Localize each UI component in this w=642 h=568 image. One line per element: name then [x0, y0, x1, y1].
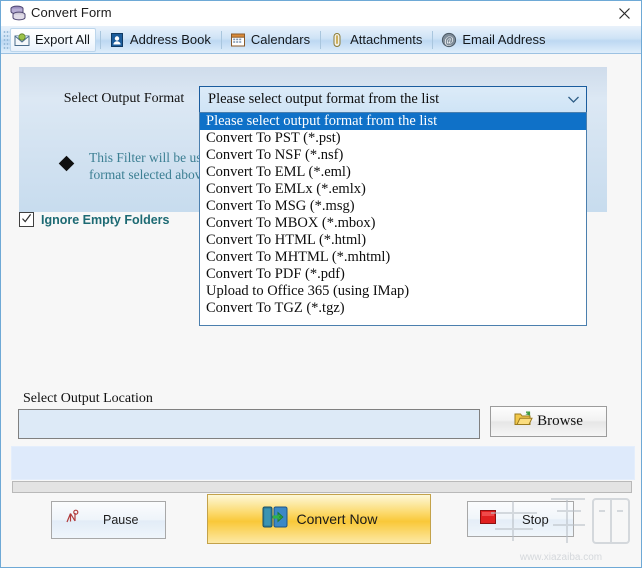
dropdown-option[interactable]: Convert To HTML (*.html)	[200, 232, 586, 249]
calendar-icon	[230, 32, 246, 48]
checkbox-box[interactable]	[19, 212, 34, 227]
toolbar-separator	[432, 30, 434, 49]
progress-bar	[12, 481, 632, 493]
pause-pin-icon	[64, 509, 81, 531]
conversion-log-list[interactable]	[11, 446, 635, 480]
dropdown-option[interactable]: Convert To PDF (*.pdf)	[200, 266, 586, 283]
browse-label: Browse	[537, 413, 583, 429]
toolbar-item-email-address[interactable]: @ Email Address	[437, 28, 551, 52]
dropdown-option[interactable]: Please select output format from the lis…	[200, 113, 586, 130]
output-format-dropdown-list[interactable]: Please select output format from the lis…	[199, 112, 587, 326]
output-location-label: Select Output Location	[23, 391, 153, 406]
export-arrow-icon	[261, 504, 289, 535]
toolbar-label: Email Address	[462, 32, 546, 47]
ignore-empty-folders-label: Ignore Empty Folders	[41, 212, 170, 227]
at-sign-icon: @	[441, 32, 457, 48]
dropdown-option[interactable]: Convert To NSF (*.nsf)	[200, 147, 586, 164]
stop-button[interactable]: Stop	[467, 501, 574, 537]
combobox-selected-value: Please select output format from the lis…	[208, 91, 440, 107]
convert-now-label: Convert Now	[296, 511, 378, 527]
dropdown-option[interactable]: Convert To TGZ (*.tgz)	[200, 300, 586, 317]
toolbar-item-address-book[interactable]: Address Book	[105, 28, 217, 52]
toolbar-label: Calendars	[250, 32, 311, 47]
output-format-combobox[interactable]: Please select output format from the lis…	[199, 86, 587, 113]
dropdown-option[interactable]: Convert To EML (*.eml)	[200, 164, 586, 181]
dropdown-option[interactable]: Convert To MBOX (*.mbox)	[200, 215, 586, 232]
output-format-label: Select Output Format	[63, 91, 185, 106]
convert-form-window: Convert Form Export All Address Book Cal…	[0, 0, 642, 568]
toolbar-item-attachments[interactable]: Attachments	[325, 28, 428, 52]
pause-label: Pause	[103, 513, 139, 527]
dropdown-option[interactable]: Upload to Office 365 (using IMap)	[200, 283, 586, 300]
envelope-icon	[14, 32, 30, 48]
toolbar: Export All Address Book Calendars Attach…	[1, 26, 641, 54]
filter-note-line-2: format selected abov	[89, 167, 201, 182]
address-book-icon	[109, 32, 125, 48]
convert-now-button[interactable]: Convert Now	[207, 494, 431, 544]
stack-database-icon	[9, 5, 27, 22]
stop-square-icon	[478, 507, 498, 532]
chevron-down-icon[interactable]	[560, 95, 586, 104]
dropdown-option[interactable]: Convert To PST (*.pst)	[200, 130, 586, 147]
filter-note-line-1: This Filter will be us	[89, 150, 201, 165]
close-icon[interactable]	[611, 3, 637, 24]
stop-label: Stop	[522, 511, 549, 527]
svg-text:@: @	[445, 35, 454, 46]
toolbar-label: Export All	[35, 32, 90, 47]
folder-open-icon	[514, 411, 533, 432]
dropdown-option[interactable]: Convert To MSG (*.msg)	[200, 198, 586, 215]
pause-button[interactable]: Pause	[51, 501, 166, 539]
ignore-empty-folders-checkbox[interactable]: Ignore Empty Folders	[19, 212, 170, 227]
svg-text:www.xiazaiba.com: www.xiazaiba.com	[519, 552, 602, 563]
filter-note: This Filter will be us format selected a…	[89, 149, 201, 183]
toolbar-separator	[320, 30, 322, 49]
toolbar-separator	[220, 30, 222, 49]
dropdown-option[interactable]: Convert To MHTML (*.mhtml)	[200, 249, 586, 266]
toolbar-label: Attachments	[350, 32, 423, 47]
output-location-input[interactable]	[18, 409, 480, 439]
dropdown-option[interactable]: Convert To EMLx (*.emlx)	[200, 181, 586, 198]
browse-button[interactable]: Browse	[490, 406, 607, 437]
toolbar-separator	[99, 30, 101, 49]
toolbar-item-export-all[interactable]: Export All	[10, 27, 96, 52]
window-title: Convert Form	[31, 5, 112, 20]
titlebar: Convert Form	[1, 1, 641, 27]
toolbar-grip[interactable]	[3, 30, 10, 49]
paperclip-icon	[329, 32, 345, 48]
toolbar-item-calendars[interactable]: Calendars	[226, 28, 316, 52]
toolbar-label: Address Book	[129, 32, 211, 47]
